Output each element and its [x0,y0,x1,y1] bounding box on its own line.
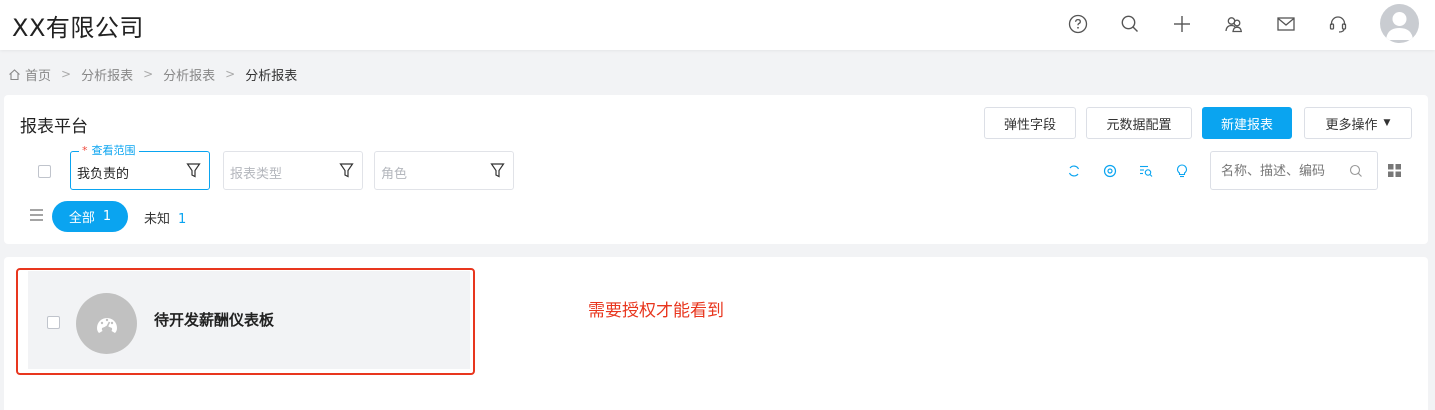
filter-icon [186,163,201,178]
chevron-right-icon: > [61,67,72,81]
search-icon[interactable] [1349,164,1363,178]
filter-icon [490,163,505,178]
breadcrumb-current: 分析报表 [245,68,298,84]
tab-unknown-label: 未知 [144,212,171,227]
plus-icon[interactable] [1171,13,1193,35]
breadcrumb-home[interactable]: 首页 [25,65,51,84]
page-title: 报表平台 [20,117,88,137]
scope-filter[interactable]: * 查看范围 我负责的 [70,144,210,190]
tab-unknown[interactable]: 未知 1 [144,208,186,227]
top-bar: XX有限公司 [0,0,1435,50]
tab-all-count: 1 [102,209,112,224]
scope-filter-value: 我负责的 [77,167,130,182]
scope-filter-label: * 查看范围 [79,144,139,158]
caret-down-icon: ▼ [1383,118,1391,128]
more-actions-label: 更多操作 [1325,117,1378,133]
breadcrumb: 首页 > 分析报表 > 分析报表 > 分析报表 [8,64,297,84]
filter-icon [339,163,354,178]
new-report-button[interactable]: 新建报表 [1202,107,1292,139]
search-field[interactable] [1210,151,1378,190]
report-type-placeholder: 报表类型 [230,167,283,182]
tab-all-label: 全部 [68,211,95,226]
settings-icon[interactable] [1102,163,1118,179]
select-all-checkbox[interactable] [38,165,51,178]
advanced-search-icon[interactable] [1138,163,1154,179]
team-icon[interactable] [1223,13,1245,35]
role-filter[interactable]: 角色 [374,151,514,190]
home-icon[interactable] [8,68,21,81]
search-icon[interactable] [1119,13,1141,35]
metadata-config-button[interactable]: 元数据配置 [1086,107,1192,139]
list-view-icon[interactable] [30,209,43,221]
breadcrumb-item[interactable]: 分析报表 [81,65,133,84]
search-input[interactable] [1221,161,1341,181]
role-placeholder: 角色 [381,167,408,182]
tab-unknown-count: 1 [178,212,187,227]
report-platform-panel: 报表平台 弹性字段 元数据配置 新建报表 更多操作 ▼ * 查看范围 我负责的 报… [4,95,1428,244]
help-icon[interactable] [1067,13,1089,35]
tab-all[interactable]: 全部 1 [52,201,128,232]
flex-field-button[interactable]: 弹性字段 [984,107,1076,139]
company-name: XX有限公司 [12,14,144,42]
highlight-box [16,268,475,375]
refresh-icon[interactable] [1066,163,1082,179]
more-actions-button[interactable]: 更多操作 ▼ [1304,107,1412,139]
report-type-filter[interactable]: 报表类型 [223,151,363,190]
chevron-right-icon: > [143,67,154,81]
headset-icon[interactable] [1327,13,1349,35]
mail-icon[interactable] [1275,13,1297,35]
breadcrumb-item[interactable]: 分析报表 [163,65,215,84]
grid-view-icon[interactable] [1388,164,1401,177]
lightbulb-icon[interactable] [1174,163,1190,179]
chevron-right-icon: > [225,67,236,81]
authorization-note: 需要授权才能看到 [588,301,724,321]
user-avatar[interactable] [1380,4,1419,43]
